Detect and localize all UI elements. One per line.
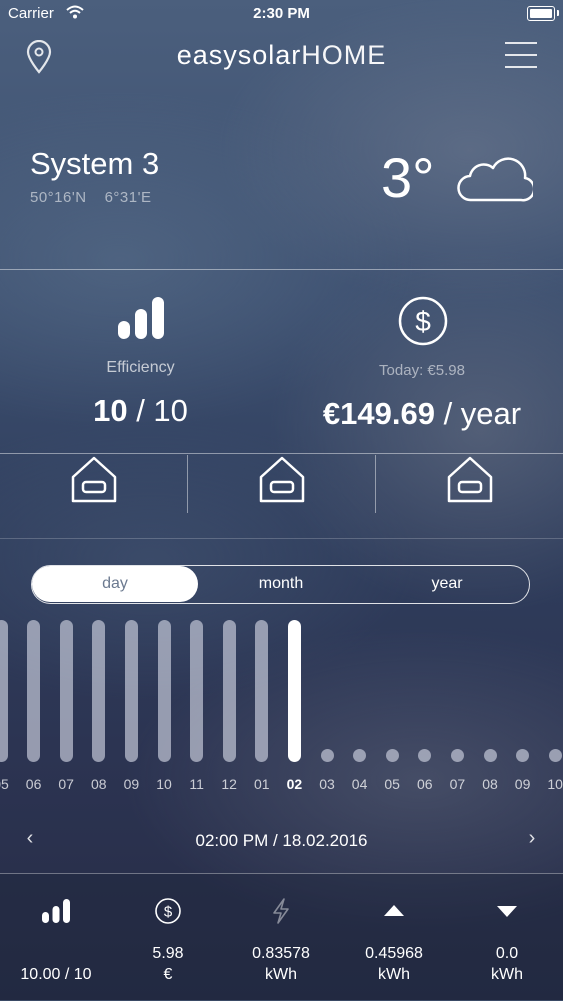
selected-date: 02:00 PM / 18.02.2016 (195, 831, 368, 850)
temperature: 3° (381, 146, 435, 209)
chart-tick-label: 03 (319, 776, 335, 792)
brand-suffix: HOME (301, 40, 387, 70)
chart-empty-point[interactable] (483, 749, 497, 762)
arrow-down-icon (497, 906, 517, 917)
chart-tick-label: 09 (514, 776, 531, 792)
divider (375, 455, 376, 513)
efficiency-label: Efficiency (106, 359, 175, 376)
chart-bar[interactable] (222, 620, 236, 762)
clock: 2:30 PM (253, 5, 310, 22)
chart-tick-label: 06 (25, 776, 42, 792)
arrow-up-icon (384, 905, 404, 916)
production-chart[interactable] (0, 612, 563, 772)
chart-tick-label: 08 (91, 776, 107, 792)
chart-tick-label: 09 (123, 776, 140, 792)
cloud-icon (457, 157, 533, 202)
chart-empty-point[interactable] (548, 749, 562, 762)
chart-tick-label: 10 (547, 776, 563, 792)
chart-x-axis: 05 06 07 08 09 10 11 12 01 02 03 04 05 06 07 08 09 10 (0, 776, 563, 796)
battery-icon (527, 6, 559, 21)
chart-bar[interactable] (27, 620, 41, 762)
footer-production-unit: kWh (265, 966, 297, 983)
yearly-unit: / year (434, 396, 522, 431)
tab-month[interactable]: month (198, 566, 364, 602)
summary-footer: 10.00 / 10 $ 5.98 € 0.83578 kWh 0.45968 … (0, 873, 563, 1001)
footer-money: $ 5.98 € (112, 874, 224, 1001)
app-logo: easysolarHOME (0, 40, 563, 71)
divider (0, 538, 563, 539)
chart-bar[interactable] (255, 620, 269, 762)
footer-export-value: 0.45968 (365, 945, 423, 962)
chart-tick-label: 07 (58, 776, 74, 792)
signal-bars-icon (118, 297, 164, 339)
chart-bar[interactable] (59, 620, 73, 762)
footer-import: 0.0 kWh (451, 874, 563, 1001)
chart-bar[interactable] (287, 620, 301, 762)
chart-bar[interactable] (92, 620, 106, 762)
chart-tick-label: 12 (221, 776, 237, 792)
coordinates: 50°16'N 6°31'E (30, 189, 169, 206)
chart-tick-label: 08 (482, 776, 498, 792)
brand-main: easysolar (176, 40, 302, 70)
chart-bar[interactable] (190, 620, 204, 762)
tab-year[interactable]: year (364, 566, 530, 602)
footer-production-value: 0.83578 (252, 945, 310, 962)
footer-import-value: 0.0 (495, 945, 519, 962)
chart-empty-point[interactable] (418, 749, 432, 762)
svg-text:$: $ (164, 904, 173, 921)
footer-export: 0.45968 kWh (338, 874, 450, 1001)
dollar-circle-icon: $ (155, 898, 181, 924)
house-icon[interactable] (70, 455, 118, 505)
chart-bar[interactable] (157, 620, 171, 762)
date-navigator: ‹ 02:00 PM / 18.02.2016 › (0, 827, 563, 857)
divider (187, 455, 188, 513)
system-name: System 3 (30, 146, 160, 181)
chart-tick-label: 04 (351, 776, 368, 792)
efficiency-value: 10 / 10 (0, 393, 281, 429)
yearly-amount: €149.69 (322, 396, 435, 431)
footer-export-unit: kWh (378, 966, 410, 983)
footer-money-value: 5.98 (152, 945, 184, 962)
latitude: 50°16'N (30, 189, 87, 206)
yearly-earnings: €149.69 / year (281, 396, 563, 432)
period-selector: day month year (31, 565, 530, 604)
chart-bar[interactable] (124, 620, 138, 762)
efficiency-max: / 10 (127, 393, 188, 428)
chart-tick-label: 06 (417, 776, 433, 792)
divider (0, 269, 563, 270)
house-icon[interactable] (258, 455, 306, 505)
hamburger-menu-icon[interactable] (505, 41, 537, 69)
chart-empty-point[interactable] (450, 749, 464, 762)
status-bar: Carrier 2:30 PM (0, 0, 563, 28)
today-earnings: Today: €5.98 (379, 362, 465, 379)
house-icon[interactable] (446, 455, 494, 505)
dollar-circle-icon: $ (398, 296, 448, 346)
chart-tick-label: 10 (156, 776, 172, 792)
chart-bar[interactable] (0, 620, 8, 762)
efficiency-score: 10 (93, 393, 128, 428)
chart-tick-label: 02 (286, 776, 303, 792)
chart-empty-point[interactable] (320, 749, 334, 762)
divider (0, 453, 563, 454)
next-arrow-icon[interactable]: › (520, 827, 544, 857)
chart-empty-point[interactable] (353, 749, 367, 762)
lightning-icon (273, 898, 289, 924)
chart-tick-label: 01 (254, 776, 270, 792)
chart-tick-label: 05 (384, 776, 400, 792)
chart-tick-label: 07 (449, 776, 466, 792)
chart-tick-label: 11 (189, 776, 204, 792)
chart-empty-point[interactable] (516, 749, 530, 762)
tab-day[interactable]: day (32, 566, 198, 602)
footer-production: 0.83578 kWh (225, 874, 337, 1001)
longitude: 6°31'E (104, 189, 152, 206)
footer-efficiency: 10.00 / 10 (0, 874, 112, 1001)
svg-text:$: $ (415, 306, 431, 337)
footer-efficiency-value: 10.00 / 10 (20, 966, 92, 983)
chart-tick-label: 05 (0, 776, 9, 792)
footer-money-unit: € (163, 966, 173, 983)
signal-bars-icon (42, 899, 70, 923)
chart-empty-point[interactable] (385, 749, 399, 762)
footer-import-unit: kWh (491, 966, 523, 983)
